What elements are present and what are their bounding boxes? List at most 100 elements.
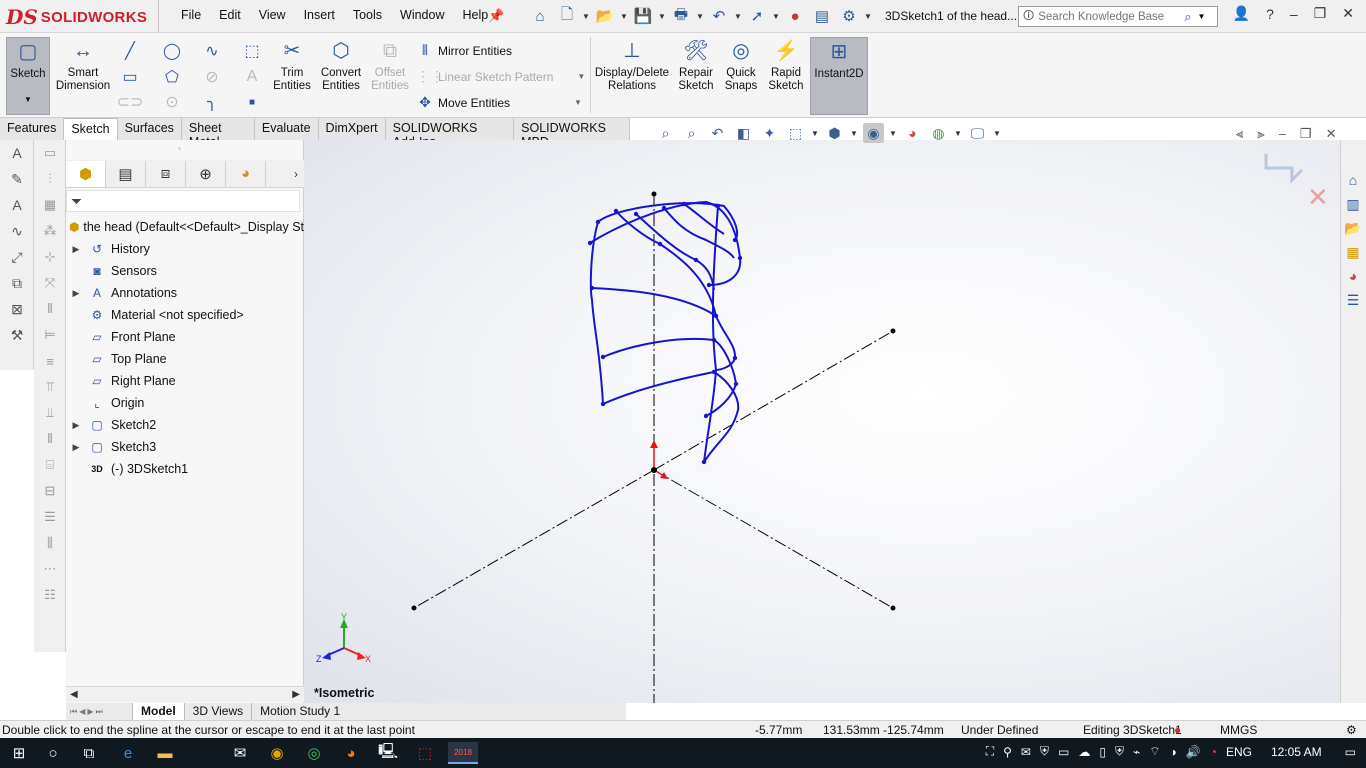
chevron-down-icon[interactable]: ▼ [1198, 12, 1206, 21]
zoom-to-fit-icon[interactable]: ⌕ [655, 123, 676, 143]
open-folder-icon[interactable]: 📂 [593, 5, 617, 27]
security-icon[interactable]: ⛨ [1040, 744, 1049, 759]
tree-item-top-plane[interactable]: ▱ Top Plane [66, 348, 304, 370]
solidworks-logo[interactable]: DS SOLIDWORKS [6, 4, 147, 30]
windows-start-icon[interactable]: ⊞ [6, 742, 32, 764]
menu-file[interactable]: File [172, 8, 210, 22]
whatsapp-icon[interactable]: ◎ [301, 742, 327, 764]
dynamic-annotation-icon[interactable]: ✦ [759, 123, 780, 143]
chevron-down-icon[interactable]: ▼ [864, 12, 872, 21]
task-view-icon[interactable]: ⧉ [76, 742, 102, 764]
viewport-right-icon[interactable]: ⫸ [1257, 126, 1264, 142]
acrobat-icon[interactable]: ⬚ [412, 742, 438, 764]
snap-icon[interactable]: ⊹ [34, 244, 66, 270]
previous-view-icon[interactable]: ↶ [707, 123, 728, 143]
remote-desktop-icon[interactable]: 🖳 [375, 742, 401, 764]
tree-item-sketch2[interactable]: ▶ ▢ Sketch2 [66, 414, 304, 436]
tab-mbd[interactable]: SOLIDWORKS MBD [514, 118, 630, 149]
linear-sketch-pattern-button[interactable]: ⋮⋮ Linear Sketch Pattern ▼ [416, 68, 585, 85]
align-top-icon[interactable]: ⫪ [34, 374, 66, 400]
restore-icon[interactable]: ❐ [1314, 5, 1327, 22]
expand-arrow-icon[interactable]: ▶ [66, 244, 86, 255]
options-gear-icon[interactable]: ⚙ [837, 5, 861, 27]
apply-scene-icon[interactable]: ◍ [928, 123, 949, 143]
dimxpert-manager-tab-icon[interactable]: ⊕ [186, 160, 226, 187]
tab-addins[interactable]: SOLIDWORKS Add-Ins [386, 118, 515, 149]
chevron-down-icon[interactable]: ▼ [954, 129, 962, 138]
pattern-icon[interactable]: ⁂ [34, 218, 66, 244]
distribute-icon[interactable]: ⦀ [34, 426, 66, 452]
home-icon[interactable]: ⌂ [528, 5, 552, 27]
menu-tools[interactable]: Tools [344, 8, 391, 22]
expand-arrow-icon[interactable]: ▶ [66, 288, 86, 299]
plane-icon[interactable]: ■ [242, 92, 262, 112]
chevron-down-icon[interactable]: ▼ [574, 98, 582, 107]
graphics-area[interactable]: Y X Z ✕ *Isometric [304, 140, 1340, 703]
file-properties-icon[interactable]: ▤ [810, 5, 834, 27]
status-units[interactable]: MMGS [1220, 723, 1257, 737]
convert-entities-button[interactable]: ⬡ Convert Entities [316, 37, 366, 115]
scale-icon[interactable]: ⊠ [0, 296, 34, 322]
chevron-down-icon[interactable]: ▼ [577, 72, 585, 81]
move-entities-button[interactable]: ✥ Move Entities ▼ [416, 94, 582, 111]
view-settings-icon[interactable]: 🖵 [967, 123, 988, 143]
layout-icon[interactable]: ⊟ [34, 478, 66, 504]
save-icon[interactable]: 💾 [631, 5, 655, 27]
chevron-down-icon[interactable]: ▼ [582, 12, 590, 21]
tab-dimxpert[interactable]: DimXpert [319, 118, 386, 140]
text-icon[interactable]: A [242, 67, 262, 87]
clock-time[interactable]: 12:05 AM [1271, 745, 1322, 759]
tab-3d-views[interactable]: 3D Views [183, 703, 251, 720]
edge-browser-icon[interactable]: e [115, 742, 141, 764]
panel-grip-icon[interactable]: ◦ [178, 144, 181, 153]
section-view-icon[interactable]: ◧ [733, 123, 754, 143]
new-document-icon[interactable]: 🗋 [555, 5, 579, 27]
mirror-tool-icon[interactable]: ⫴ [34, 296, 66, 322]
rebuild-icon[interactable]: ● [1174, 723, 1181, 737]
chevron-down-icon[interactable]: ▼ [658, 12, 666, 21]
view-orientation-icon[interactable]: ⬚ [785, 123, 806, 143]
stack-icon[interactable]: ☰ [34, 504, 66, 530]
battery-icon[interactable]: ▯ [1099, 745, 1106, 759]
viewport-minimize-icon[interactable]: – [1279, 126, 1286, 142]
tree-item-sensors[interactable]: ◙ Sensors [66, 260, 304, 282]
tab-features[interactable]: Features [0, 118, 65, 140]
user-icon[interactable]: 👤 [1233, 5, 1250, 22]
sketch-button[interactable]: ▢ Sketch ▼ [6, 37, 50, 115]
first-tab-icon[interactable]: ⏮ [70, 707, 77, 717]
tab-motion-study[interactable]: Motion Study 1 [251, 703, 348, 720]
people-icon[interactable]: ⛶ [986, 744, 994, 759]
scroll-right-icon[interactable]: ▶ [292, 689, 300, 700]
instant2d-button[interactable]: ⊞ Instant2D [810, 37, 868, 115]
expand-arrow-icon[interactable]: ▶ [66, 420, 86, 431]
antivirus-icon[interactable]: ◔ [1210, 745, 1217, 759]
list-icon[interactable]: ☷ [34, 582, 66, 608]
viewport-restore-icon[interactable]: ❐ [1300, 126, 1312, 142]
tab-evaluate[interactable]: Evaluate [255, 118, 319, 140]
defender-icon[interactable]: ⛨ [1115, 744, 1124, 759]
language-indicator[interactable]: ENG [1226, 745, 1252, 759]
hide-show-items-icon[interactable]: ◉ [863, 123, 884, 143]
stretch-icon[interactable]: ⤢ [0, 244, 34, 270]
task-icon[interactable]: ▭ [1058, 745, 1069, 759]
grid-icon[interactable]: ▦ [34, 192, 66, 218]
circle-icon[interactable]: ◯ [162, 41, 182, 61]
wifi-icon[interactable]: ⌔ [1149, 744, 1160, 759]
trim-entities-button[interactable]: ✂ Trim Entities [270, 37, 314, 115]
menu-insert[interactable]: Insert [295, 8, 344, 22]
close-icon[interactable]: ✕ [1342, 5, 1354, 22]
tools-icon[interactable]: ⚒ [0, 322, 34, 348]
view-palette-icon[interactable]: ▦ [1341, 240, 1365, 264]
custom-properties-icon[interactable]: ☰ [1341, 288, 1365, 312]
repair-sketch-button[interactable]: 🛠 Repair Sketch [674, 37, 718, 115]
scroll-left-icon[interactable]: ◀ [70, 689, 78, 700]
tree-item-front-plane[interactable]: ▱ Front Plane [66, 326, 304, 348]
next-tab-icon[interactable]: ▶ [87, 707, 93, 716]
tree-item-annotations[interactable]: ▶ A Annotations [66, 282, 304, 304]
align-left-icon[interactable]: ⊨ [34, 322, 66, 348]
feature-tree-tab-icon[interactable]: ⬢ [66, 160, 106, 187]
slot-icon[interactable]: ⊂⊃ [117, 92, 144, 112]
fillet-icon[interactable]: ╮ [202, 92, 222, 112]
search-icon[interactable]: ⌕ [1184, 9, 1191, 25]
note-icon[interactable]: ✎ [0, 166, 34, 192]
